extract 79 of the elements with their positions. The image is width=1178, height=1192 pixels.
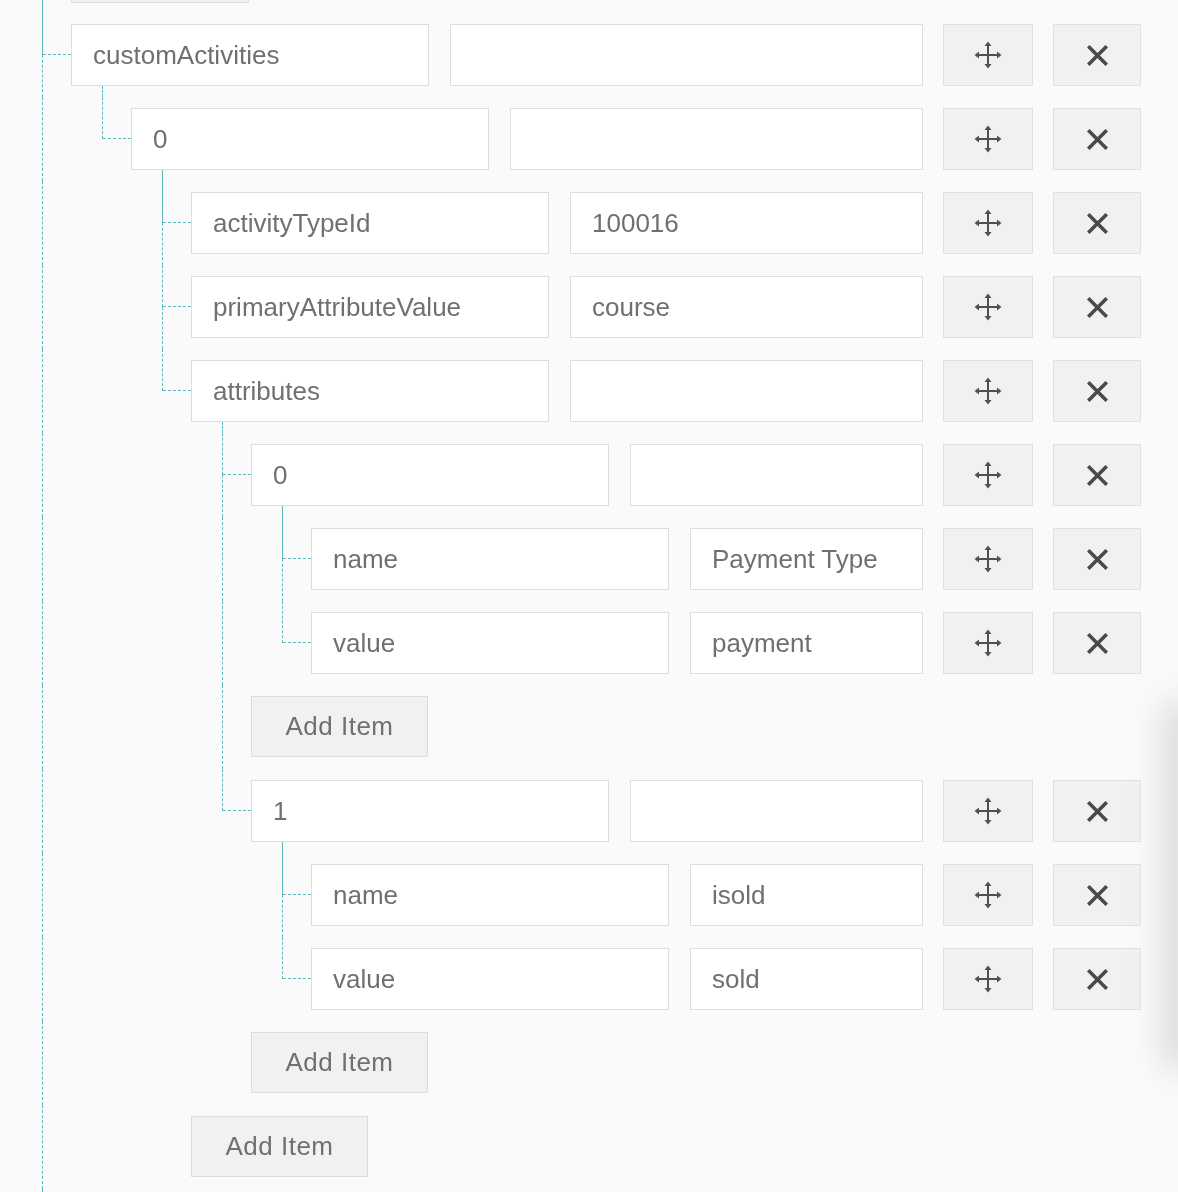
- delete-button[interactable]: [1053, 444, 1141, 506]
- delete-button[interactable]: [1053, 948, 1141, 1010]
- close-icon: [1086, 464, 1108, 486]
- content-input[interactable]: course: [570, 276, 923, 338]
- move-icon: [974, 125, 1002, 153]
- key-input[interactable]: name: [311, 528, 669, 590]
- delete-button[interactable]: [1053, 528, 1141, 590]
- connector-line: [282, 842, 283, 853]
- key-input[interactable]: 0: [251, 444, 609, 506]
- key-input[interactable]: value: [311, 948, 669, 1010]
- close-icon: [1086, 128, 1108, 150]
- close-icon: [1086, 968, 1108, 990]
- move-button[interactable]: [943, 528, 1033, 590]
- close-icon: [1086, 296, 1108, 318]
- close-icon: [1086, 884, 1108, 906]
- connector-line: [42, 0, 43, 13]
- connector-line: [222, 422, 223, 433]
- content-input[interactable]: payment: [690, 612, 923, 674]
- add-item-button[interactable]: Add Item: [191, 1116, 368, 1177]
- move-icon: [974, 797, 1002, 825]
- key-input[interactable]: activityTypeId: [191, 192, 549, 254]
- connector-line: [102, 86, 103, 97]
- delete-button[interactable]: [1053, 192, 1141, 254]
- close-icon: [1086, 548, 1108, 570]
- delete-button[interactable]: [1053, 612, 1141, 674]
- move-icon: [974, 461, 1002, 489]
- connector-line: [282, 506, 283, 517]
- move-icon: [974, 965, 1002, 993]
- move-icon: [974, 41, 1002, 69]
- move-button[interactable]: [943, 780, 1033, 842]
- close-icon: [1086, 212, 1108, 234]
- key-input[interactable]: customActivities: [71, 24, 429, 86]
- close-icon: [1086, 800, 1108, 822]
- move-icon: [974, 293, 1002, 321]
- move-button[interactable]: [943, 948, 1033, 1010]
- move-button[interactable]: [943, 612, 1033, 674]
- content-input[interactable]: isold: [690, 864, 923, 926]
- content-input[interactable]: Payment Type: [690, 528, 923, 590]
- move-button[interactable]: [943, 444, 1033, 506]
- delete-button[interactable]: [1053, 360, 1141, 422]
- move-icon: [974, 545, 1002, 573]
- key-input[interactable]: name: [311, 864, 669, 926]
- move-icon: [974, 377, 1002, 405]
- move-button[interactable]: [943, 192, 1033, 254]
- key-input[interactable]: 0: [131, 108, 489, 170]
- delete-button[interactable]: [1053, 864, 1141, 926]
- key-input[interactable]: attributes: [191, 360, 549, 422]
- delete-button[interactable]: [1053, 108, 1141, 170]
- add-item-button[interactable]: Add Item: [251, 1032, 428, 1093]
- connector-line: [162, 307, 163, 349]
- delete-button[interactable]: [1053, 276, 1141, 338]
- content-input[interactable]: [450, 24, 923, 86]
- content-input[interactable]: [630, 780, 923, 842]
- connector-line: [162, 223, 163, 265]
- key-input[interactable]: 1: [251, 780, 609, 842]
- close-icon: [1086, 44, 1108, 66]
- content-input[interactable]: [510, 108, 923, 170]
- content-input[interactable]: sold: [690, 948, 923, 1010]
- close-icon: [1086, 380, 1108, 402]
- move-button[interactable]: [943, 360, 1033, 422]
- delete-button[interactable]: [1053, 24, 1141, 86]
- key-input[interactable]: value: [311, 612, 669, 674]
- add-item-button[interactable]: Add Item: [251, 696, 428, 757]
- close-icon: [1086, 632, 1108, 654]
- move-button[interactable]: [943, 108, 1033, 170]
- content-input[interactable]: [570, 360, 923, 422]
- content-input[interactable]: 100016: [570, 192, 923, 254]
- delete-button[interactable]: [1053, 780, 1141, 842]
- connector-line: [282, 559, 283, 601]
- connector-line: [162, 170, 163, 181]
- connector-line: [282, 895, 283, 937]
- move-icon: [974, 881, 1002, 909]
- move-button[interactable]: [943, 864, 1033, 926]
- move-button[interactable]: [943, 276, 1033, 338]
- content-input[interactable]: [630, 444, 923, 506]
- key-input[interactable]: primaryAttributeValue: [191, 276, 549, 338]
- move-icon: [974, 209, 1002, 237]
- move-button[interactable]: [943, 24, 1033, 86]
- move-icon: [974, 629, 1002, 657]
